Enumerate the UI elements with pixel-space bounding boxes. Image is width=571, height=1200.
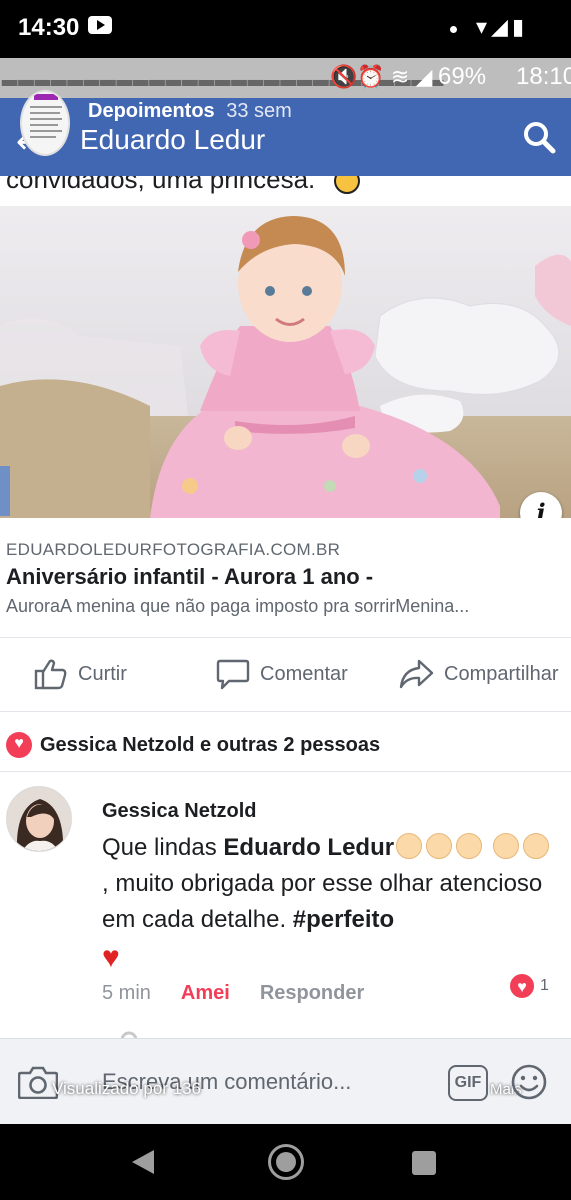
share-label: Compartilhar bbox=[444, 662, 559, 685]
reaction-count: 1 bbox=[540, 977, 549, 994]
inner-status-icons: 🔇⏰ ≋ ◢ bbox=[330, 64, 433, 89]
story-subtitle: Depoimentos 33 sem bbox=[88, 100, 292, 123]
comment-reaction-count[interactable]: ♥ 1 bbox=[508, 972, 549, 1000]
comment-mention[interactable]: Eduardo Ledur bbox=[223, 834, 394, 861]
notification-dot-icon bbox=[450, 26, 457, 33]
story-thumbnail[interactable] bbox=[20, 90, 70, 156]
comment-label: Comentar bbox=[260, 662, 348, 685]
photo-baby-in-pink-dress bbox=[0, 206, 571, 518]
link-preview-image[interactable] bbox=[0, 206, 571, 518]
link-preview-details[interactable]: EDUARDOLEDURFOTOGRAFIA.COM.BR Aniversári… bbox=[0, 518, 571, 638]
love-reaction-button[interactable]: Amei bbox=[181, 982, 230, 1004]
heart-reaction-icon: ♥ bbox=[6, 732, 32, 758]
reactions-text: Gessica Netzold e outras 2 pessoas bbox=[40, 734, 381, 756]
page-title: Eduardo Ledur bbox=[80, 124, 266, 155]
device-status-bar: 14:30 ▾◢▮ bbox=[0, 0, 571, 58]
comment-item: Gessica Netzold Que lindas Eduardo Ledur… bbox=[0, 772, 571, 1032]
clapping-hands-icon bbox=[492, 833, 519, 859]
comment-composer: Escreva um comentário... Visualizado por… bbox=[0, 1038, 571, 1124]
comment-text-start: Que lindas bbox=[102, 834, 224, 861]
status-time: 14:30 bbox=[18, 14, 80, 41]
emoji-icon bbox=[334, 176, 360, 194]
reply-button[interactable]: Responder bbox=[260, 982, 364, 1004]
section-label: Depoimentos bbox=[88, 100, 215, 122]
post-caption-text: convidados, uma princesa. bbox=[6, 176, 316, 194]
home-circle-icon[interactable] bbox=[268, 1144, 304, 1180]
clapping-hands-icon bbox=[522, 833, 549, 859]
smiley-icon[interactable] bbox=[510, 1063, 548, 1101]
comment-hashtag[interactable]: #perfeito bbox=[293, 906, 394, 933]
story-header: ⟵ Depoimentos 33 sem Eduardo Ledur bbox=[0, 90, 571, 176]
comment-bubble-icon bbox=[216, 659, 250, 690]
inner-status-bar: ▂▂▂▂▂▂▂▂▂▂▂▂▂▂▂▂▂▂▂▂▂▂▂▂▂▂▂ 🔇⏰ ≋ ◢ 69% 1… bbox=[0, 58, 571, 98]
gif-button[interactable]: GIF bbox=[448, 1065, 488, 1101]
comment-author[interactable]: Gessica Netzold bbox=[102, 800, 257, 823]
share-arrow-icon bbox=[399, 659, 434, 689]
link-title: Aniversário infantil - Aurora 1 ano - bbox=[6, 564, 374, 589]
post-action-bar: Curtir Comentar Compartilhar bbox=[0, 640, 571, 712]
comment-button[interactable]: Comentar bbox=[216, 658, 348, 690]
back-triangle-icon[interactable] bbox=[132, 1150, 154, 1174]
like-label: Curtir bbox=[78, 662, 127, 685]
heart-reaction-icon: ♥ bbox=[508, 972, 536, 1000]
post-caption: convidados, uma princesa. bbox=[0, 176, 571, 206]
recent-apps-icon[interactable] bbox=[412, 1151, 436, 1175]
inner-battery-level: 69% bbox=[438, 63, 487, 90]
android-nav-bar bbox=[0, 1124, 571, 1200]
comment-meta: 5 min Amei Responder bbox=[102, 982, 364, 1005]
status-signal-battery-icons: ▾◢▮ bbox=[476, 14, 529, 39]
share-button[interactable]: Compartilhar bbox=[398, 658, 558, 690]
comment-text: Que lindas Eduardo Ledur , muito obrigad… bbox=[102, 830, 552, 976]
story-age: 33 sem bbox=[226, 100, 292, 122]
search-icon[interactable] bbox=[522, 120, 556, 154]
clapping-hands-icon bbox=[396, 833, 423, 859]
link-domain: EDUARDOLEDURFOTOGRAFIA.COM.BR bbox=[6, 540, 341, 559]
clapping-hands-icon bbox=[426, 833, 453, 859]
red-heart-icon: ♥ bbox=[102, 941, 120, 974]
comment-time: 5 min bbox=[102, 982, 151, 1004]
inner-status-time: 18:10 bbox=[516, 63, 571, 90]
reactions-summary[interactable]: ♥ Gessica Netzold e outras 2 pessoas bbox=[0, 722, 571, 772]
youtube-notification-icon bbox=[88, 16, 112, 34]
viewed-by-count[interactable]: Visualizado por 136 bbox=[52, 1079, 201, 1099]
avatar[interactable] bbox=[6, 786, 72, 852]
thumbs-up-icon bbox=[34, 659, 67, 690]
clapping-hands-icon bbox=[456, 833, 483, 859]
like-button[interactable]: Curtir bbox=[34, 658, 127, 690]
link-description: AuroraA menina que não paga imposto pra … bbox=[6, 596, 470, 616]
comment-bubble: Gessica Netzold Que lindas Eduardo Ledur… bbox=[86, 786, 564, 974]
